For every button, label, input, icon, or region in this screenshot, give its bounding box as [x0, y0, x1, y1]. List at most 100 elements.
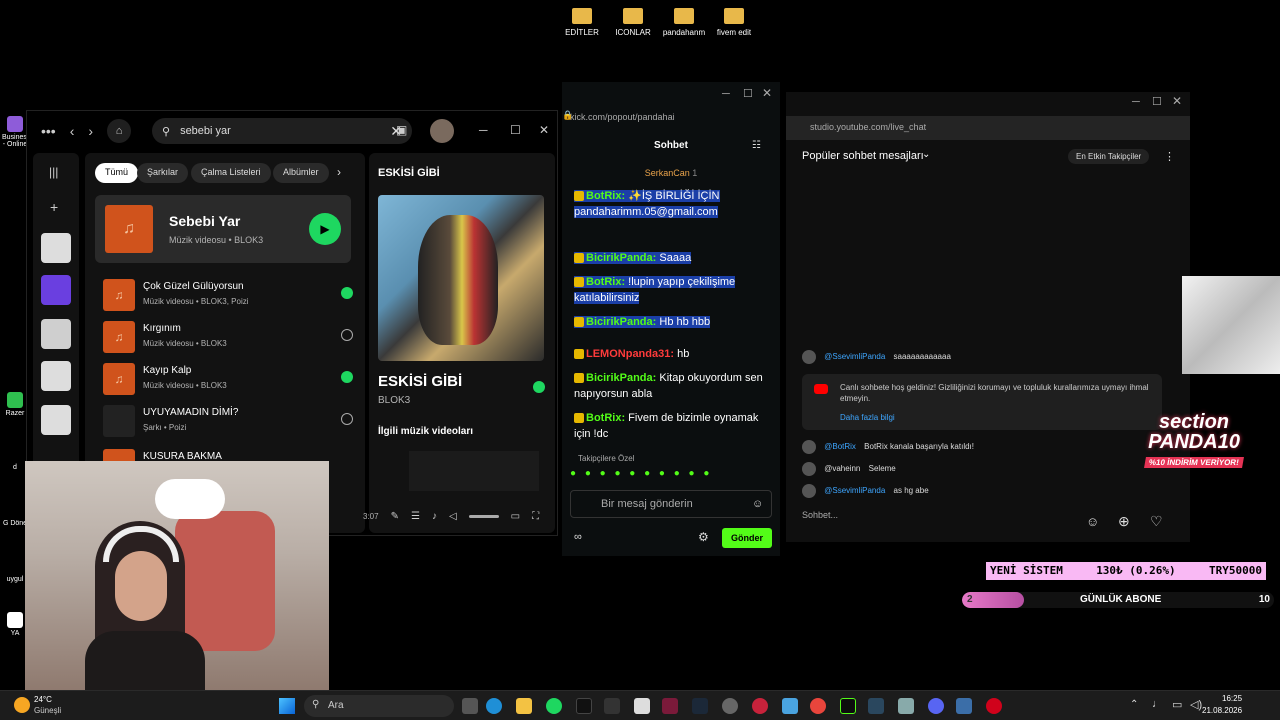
minimize-icon[interactable]: ─ [479, 123, 488, 137]
epic-games-icon[interactable] [604, 698, 620, 714]
library-icon[interactable]: ||| [49, 165, 58, 179]
add-icon[interactable]: ⊕ [1118, 513, 1130, 530]
users-icon[interactable]: ☷ [752, 140, 761, 151]
avatar[interactable] [430, 119, 454, 143]
clock-time[interactable]: 16:25 [1222, 694, 1242, 703]
chat-author[interactable]: BicirikPanda: [586, 316, 656, 328]
forward-icon[interactable]: › [88, 123, 93, 139]
now-playing-title[interactable]: ESKİSİ GİBİ [378, 373, 462, 390]
chat-author[interactable]: BotRix: [586, 190, 625, 202]
chat-author[interactable]: BotRix: [586, 412, 625, 424]
queue-icon[interactable]: ☰ [411, 511, 420, 522]
track-row[interactable]: UYUYAMADIN DİMİ? Şarkı • Poizi [103, 405, 353, 439]
more-icon[interactable]: ••• [41, 123, 56, 139]
learn-more-link[interactable]: Daha fazla bilgi [840, 412, 1152, 423]
chat-mode-dropdown[interactable]: Popüler sohbet mesajları [802, 150, 924, 162]
emoji-icon[interactable]: ☺ [1086, 514, 1099, 529]
emote-icon[interactable]: ∞ [574, 531, 582, 543]
chrome-icon[interactable] [810, 698, 826, 714]
chat-author[interactable]: @SsevimliPanda [824, 352, 885, 361]
maximize-icon[interactable]: ☐ [743, 87, 753, 100]
chat-author[interactable]: BicirikPanda: [586, 372, 656, 384]
app-icon[interactable] [752, 698, 768, 714]
saved-check-icon[interactable] [533, 381, 545, 393]
desktop-icon-razer[interactable]: Razer [2, 392, 28, 417]
desktop-icon-business[interactable]: Business - Online [2, 116, 30, 148]
chat-author[interactable]: @vaheinn [824, 464, 860, 473]
chevron-right-icon[interactable]: › [337, 165, 341, 179]
track-row[interactable]: ♫ Kayıp Kalp Müzik videosu • BLOK3 [103, 363, 353, 397]
chat-author[interactable]: @BotRix [824, 442, 856, 451]
steam-icon[interactable] [868, 698, 884, 714]
chat-author[interactable]: BotRix: [586, 276, 625, 288]
search-input[interactable]: ⚲ sebebi yar ✕ [152, 118, 412, 144]
mic-icon[interactable]: ♩ [1152, 698, 1163, 710]
chat-author[interactable]: BicirikPanda: [586, 252, 656, 264]
taskbar-search[interactable]: ⚲ Ara [304, 695, 454, 717]
pen-icon[interactable]: ✎ [391, 511, 399, 522]
rail-item-panda-4[interactable] [41, 405, 71, 435]
chat-input[interactable]: Sohbet... [802, 510, 1082, 520]
app-icon[interactable] [722, 698, 738, 714]
saved-check-icon[interactable] [341, 287, 353, 299]
related-video-thumb[interactable] [409, 451, 539, 491]
app-icon[interactable] [898, 698, 914, 714]
network-icon[interactable]: ▭ [1172, 698, 1182, 711]
task-view-icon[interactable] [462, 698, 478, 714]
fullscreen-icon[interactable]: ⛶ [532, 511, 539, 522]
minimize-icon[interactable]: ─ [722, 88, 730, 100]
back-icon[interactable]: ‹ [70, 123, 75, 139]
track-row[interactable]: ♫ Çok Güzel Gülüyorsun Müzik videosu • B… [103, 279, 353, 313]
edge-icon[interactable] [486, 698, 502, 714]
app-icon[interactable] [634, 698, 650, 714]
volume-slider[interactable] [468, 514, 499, 518]
close-icon[interactable]: ✕ [539, 123, 549, 137]
tiktok-icon[interactable] [576, 698, 592, 714]
clock-date[interactable]: 21.08.2026 [1202, 706, 1242, 715]
top-result-card[interactable]: ♫ Sebebi Yar Müzik videosu • BLOK3 ▶ [95, 195, 351, 263]
kick-icon[interactable] [840, 698, 856, 714]
track-row[interactable]: ♫ Kırgınım Müzik videosu • BLOK3 [103, 321, 353, 355]
filter-chip-all[interactable]: Tümü [95, 163, 139, 183]
add-icon[interactable]: + [50, 199, 58, 215]
smile-icon[interactable]: ☺ [752, 498, 763, 510]
home-icon[interactable]: ⌂ [107, 119, 132, 143]
volume-icon[interactable]: ◁) [1190, 698, 1202, 711]
message-input[interactable]: Bir mesaj gönderin [570, 490, 772, 518]
more-icon[interactable]: ⋮ [1164, 150, 1175, 163]
add-to-library-icon[interactable] [341, 413, 353, 425]
app-icon[interactable] [956, 698, 972, 714]
filter-chip-songs[interactable]: Şarkılar [137, 163, 189, 183]
steam-icon[interactable] [692, 698, 708, 714]
add-to-library-icon[interactable] [341, 329, 353, 341]
browse-icon[interactable]: ▣ [396, 123, 407, 137]
notepad-icon[interactable] [782, 698, 798, 714]
address-bar[interactable]: studio.youtube.com/live_chat [786, 116, 1190, 140]
filter-chip-playlists[interactable]: Çalma Listeleri [191, 163, 271, 183]
filter-chip-albums[interactable]: Albümler [273, 163, 329, 183]
close-icon[interactable]: ✕ [1172, 94, 1182, 108]
discord-icon[interactable] [928, 698, 944, 714]
miniplayer-icon[interactable]: ▭ [511, 511, 520, 522]
top-fans-pill[interactable]: En Etkin Takipçiler [1068, 149, 1150, 164]
emote-bar[interactable]: ● ● ● ● ● ● ● ● ● ● [570, 468, 712, 479]
rail-item-panda[interactable] [41, 233, 71, 263]
chevron-down-icon[interactable]: ⌄ [922, 149, 930, 160]
close-icon[interactable]: ✕ [762, 86, 772, 100]
rail-item-liked[interactable] [41, 275, 71, 305]
spotify-icon[interactable] [546, 698, 562, 714]
weather-icon[interactable] [14, 697, 30, 713]
chat-author[interactable]: @SsevimliPanda [824, 486, 885, 495]
start-icon[interactable] [279, 698, 295, 714]
headphones-icon[interactable]: ♪ [432, 511, 437, 522]
file-explorer-icon[interactable] [516, 698, 532, 714]
desktop-icon-fivem-edit[interactable]: fivem edit [704, 8, 764, 37]
now-playing-artist[interactable]: BLOK3 [378, 395, 410, 406]
volume-icon[interactable]: ◁ [449, 511, 457, 522]
chevron-up-icon[interactable]: ⌃ [1130, 699, 1138, 710]
send-button[interactable]: Gönder [722, 528, 772, 548]
heart-icon[interactable]: ♡ [1150, 513, 1163, 530]
maximize-icon[interactable]: ☐ [1152, 95, 1162, 108]
saved-check-icon[interactable] [341, 371, 353, 383]
app-icon[interactable] [662, 698, 678, 714]
